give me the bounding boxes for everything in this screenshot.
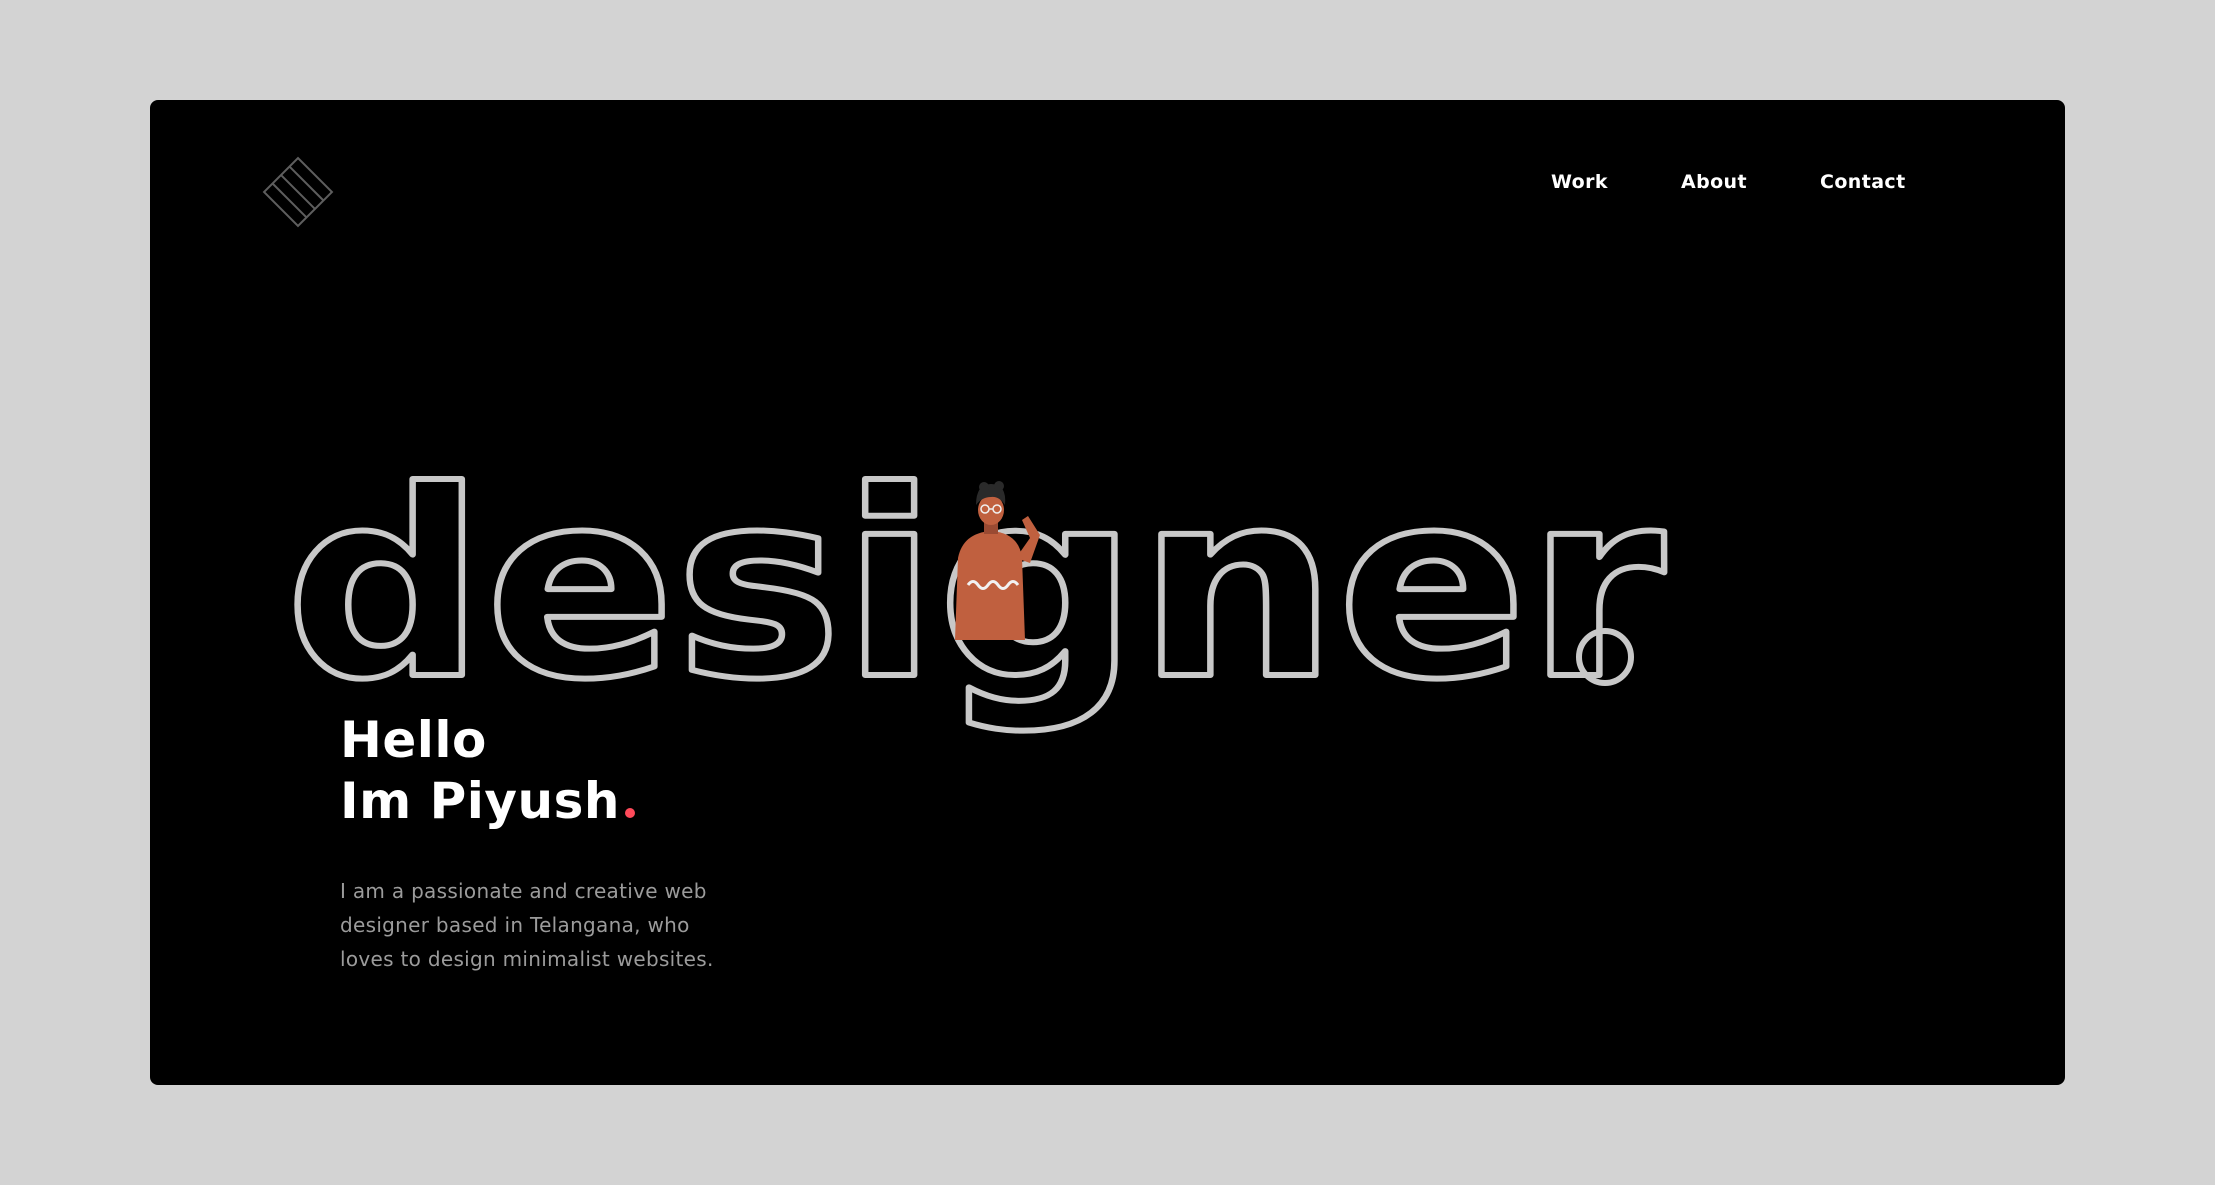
greeting-line-1: Hello bbox=[340, 711, 487, 769]
greeting-name: Im Piyush bbox=[340, 772, 620, 830]
intro-section: Hello Im Piyush I am a passionate and cr… bbox=[340, 710, 860, 976]
nav-link-about[interactable]: About bbox=[1681, 162, 1747, 202]
greeting-heading: Hello Im Piyush bbox=[340, 710, 860, 832]
greeting-line-2: Im Piyush bbox=[340, 771, 860, 832]
nav-link-work[interactable]: Work bbox=[1551, 162, 1608, 202]
hero-heading: designer bbox=[150, 360, 2065, 760]
nav-link-contact[interactable]: Contact bbox=[1820, 162, 1906, 202]
bio-text: I am a passionate and creative web desig… bbox=[340, 879, 714, 971]
main-nav: Work About Contact bbox=[150, 162, 2065, 202]
accent-dot bbox=[624, 808, 635, 818]
page-frame: Work About Contact designer bbox=[150, 100, 2065, 1085]
